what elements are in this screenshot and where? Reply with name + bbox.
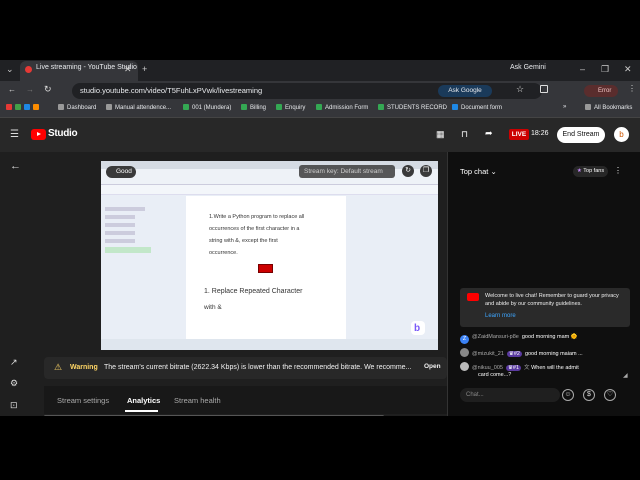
feedback-icon[interactable]: ⊡ [10,400,18,411]
warning-message: The stream's current bitrate (2622.34 Kb… [104,364,412,371]
stream-key-select[interactable]: Stream key: Default stream [299,165,395,178]
video-library-icon[interactable]: ▦ [436,129,445,140]
chat-input[interactable]: Chat... [460,388,560,402]
chat-message: Z @ZaidMansuri-p8e good morning mam 🌞 [460,334,578,344]
profile-label: Error [598,88,612,94]
stream-status-badge: Good [106,166,136,178]
chat-text: When will the admit [531,365,579,371]
doc-outline [105,203,155,258]
bookmark-icon[interactable]: ⊓ [461,129,468,140]
ask-google-button[interactable]: Ask Google [438,85,492,97]
windows-taskbar [101,339,438,350]
chat-message: @mizukit_21 ♛#2 good morning maiam ... [460,348,583,357]
refresh-icon[interactable]: ↻ [402,165,414,177]
chat-username: @ZaidMansuri-p8e [472,334,519,340]
bookmark-item[interactable]: STUDENTS RECORD [378,104,447,111]
copy-icon[interactable]: ❐ [420,165,432,177]
chat-message: @nikuu_005 ♛#1 文 When will the admit [460,362,579,371]
profile-button[interactable]: Error [584,85,618,97]
heart-icon[interactable]: ♡ [604,389,616,401]
avatar [460,362,469,371]
share-icon[interactable]: ➦ [485,128,493,139]
settings-gear-icon[interactable]: ⚙ [10,378,18,389]
bookmark-item[interactable]: Dashboard [58,104,96,111]
fan-rank-badge: ♛#1 [505,365,522,371]
doc-line: 1.Write a Python program to replace all [209,214,305,220]
tab-stream-settings[interactable]: Stream settings [57,396,109,405]
ask-gemini-button[interactable]: Ask Gemini [510,64,546,71]
new-tab-icon[interactable]: + [142,64,147,74]
bookmark-item[interactable]: Billing [241,104,266,111]
live-timer: 18:26 [531,130,549,137]
bookmark-item[interactable]: Admission Form [316,104,368,111]
bookmark-item[interactable]: Document form [452,104,502,111]
doc-heading: 1. Replace Repeated Character [204,288,303,295]
bookmark-star-icon[interactable]: ☆ [516,84,524,95]
forward-icon[interactable]: → [26,85,34,94]
tab-analytics[interactable]: Analytics [127,396,160,405]
learn-more-link[interactable]: Learn more [485,313,516,319]
chevron-right-icon[interactable]: » [563,104,566,110]
studio-logo[interactable]: Studio [48,128,78,139]
chat-text: good morning maiam ... [524,351,583,357]
external-link-icon[interactable]: ↗ [10,357,18,368]
super-chat-icon[interactable]: $ [583,389,595,401]
warning-icon: ⚠ [54,362,63,372]
url-text[interactable]: studio.youtube.com/video/T5FuhLxPVwk/liv… [80,86,262,95]
bookmark-item[interactable]: Manual attendence... [106,104,171,111]
avatar: Z [460,335,469,344]
reload-icon[interactable]: ↻ [44,84,52,95]
doc-line: string with &, except the first [209,238,278,244]
downloads-icon[interactable] [540,85,548,93]
live-chat-panel [447,152,640,416]
bookmark-item[interactable]: Enquiry [276,104,305,111]
minimize-icon[interactable]: – [580,64,585,74]
record-indicator-icon [258,264,273,273]
tab-search-icon[interactable]: ⌄ [6,64,14,75]
hamburger-menu-icon[interactable]: ☰ [10,129,19,140]
doc-line: occurrences of the first character in a [209,226,300,232]
tab-stream-health[interactable]: Stream health [174,396,221,405]
warning-label: Warning [70,364,98,371]
avatar[interactable]: b [614,127,629,142]
back-icon[interactable]: ← [8,85,16,94]
document-page: 1.Write a Python program to replace all … [186,196,346,346]
top-chat-dropdown[interactable]: Top chat ⌄ [460,167,497,176]
chat-text-continued: card come...? [478,372,512,378]
back-arrow-icon[interactable]: ← [10,160,21,172]
youtube-icon [467,293,479,301]
youtube-favicon-icon [25,66,32,73]
bookmark-item[interactable]: 001 (Mundera) [183,104,231,111]
chat-username: @nikuu_005 [472,365,503,371]
fan-rank-badge: ♛#2 [506,351,522,357]
youtube-logo-icon[interactable] [31,129,46,140]
doc-line: occurrence. [209,250,238,256]
end-stream-button[interactable]: End Stream [557,127,605,143]
chat-menu-icon[interactable]: ⋮ [614,166,622,175]
tab-title: Live streaming - YouTube Studio [36,64,137,71]
welcome-text: Welcome to live chat! Remember to guard … [485,293,619,307]
chat-username: @mizukit_21 [472,351,504,357]
emoji-icon[interactable]: ☺ [562,389,574,401]
open-button[interactable]: Open [424,363,441,370]
avatar [460,348,469,357]
all-bookmarks[interactable]: All Bookmarks [585,104,632,111]
top-fans-button[interactable]: ★ Top fans [573,166,608,177]
active-tab-indicator [125,410,158,412]
bottom-area [0,416,640,480]
app-logo-icon: b [411,321,425,335]
close-window-icon[interactable]: ✕ [624,64,632,75]
apps-icon[interactable] [6,104,42,111]
chat-scroll-arrow-icon[interactable]: ◢ [623,372,628,379]
doc-subheading: with & [204,304,222,311]
maximize-icon[interactable]: ❐ [601,64,609,75]
close-tab-icon[interactable]: ✕ [124,64,132,75]
chat-text: good morning mam 🌞 [521,334,578,340]
menu-icon[interactable]: ⋮ [628,84,636,93]
live-badge: LIVE [509,129,529,140]
